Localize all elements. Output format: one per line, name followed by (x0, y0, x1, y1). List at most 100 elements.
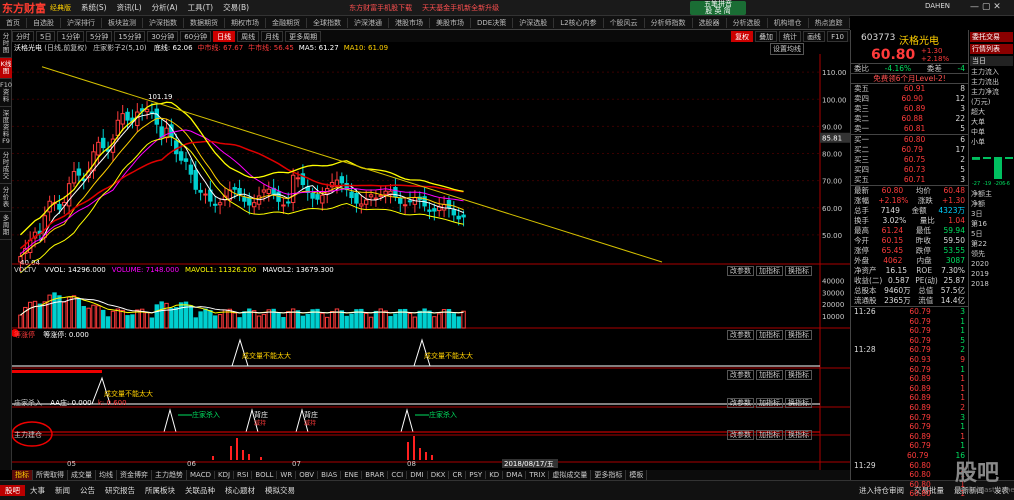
indicator-tab-12[interactable]: BIAS (318, 471, 342, 479)
tab-13[interactable]: 沪深选股 (513, 17, 555, 28)
indicator-tab-3[interactable]: 均线 (96, 470, 117, 480)
indicator-tab-15[interactable]: CCI (388, 471, 408, 479)
status-tab-0[interactable]: 股吧 (0, 485, 25, 496)
edit-params-button[interactable]: 改参数 (727, 398, 754, 408)
tab-14[interactable]: L2核心内参 (554, 17, 604, 28)
tab-0[interactable]: 首页 (0, 17, 27, 28)
indicator-tab-9[interactable]: BOLL (252, 471, 278, 479)
period-0[interactable]: 分时 (12, 30, 34, 42)
indicator-tab-18[interactable]: CR (449, 471, 467, 479)
switch-indicator-button[interactable]: 换指标 (785, 430, 812, 440)
tab-3[interactable]: 板块监测 (102, 17, 143, 28)
edit-params-button[interactable]: 改参数 (727, 330, 754, 340)
indicator-tab-17[interactable]: DKX (428, 471, 450, 479)
status-tab-7[interactable]: 核心题材 (220, 485, 260, 496)
status-tab-3[interactable]: 公告 (75, 485, 100, 496)
menu-analysis[interactable]: 分析(A) (152, 2, 178, 13)
period-3[interactable]: 5分钟 (85, 30, 113, 42)
status-tab-5[interactable]: 所属板块 (140, 485, 180, 496)
period-2[interactable]: 1分钟 (57, 30, 84, 42)
tab-15[interactable]: 个股风云 (604, 17, 645, 28)
indicator-tab-14[interactable]: BRAR (362, 471, 389, 479)
tab-10[interactable]: 港股市场 (389, 17, 430, 28)
indicator-tab-16[interactable]: DMI (407, 471, 428, 479)
period-6[interactable]: 60分钟 (180, 30, 212, 42)
indicator-tab-4[interactable]: 资金博弈 (117, 470, 152, 480)
tab-9[interactable]: 沪深港通 (348, 17, 389, 28)
indicator-tab-24[interactable]: 更多指标 (591, 470, 627, 480)
indicator-tab-7[interactable]: KDJ (215, 471, 235, 479)
edit-params-button[interactable]: 改参数 (727, 266, 754, 276)
status-tab-8[interactable]: 模拟交易 (260, 485, 300, 496)
indicator-tab-2[interactable]: 成交量 (68, 470, 96, 480)
promo-link-1[interactable]: 东方财富手机股下载 (349, 3, 412, 13)
add-indicator-button[interactable]: 加指标 (756, 330, 783, 340)
tab-12[interactable]: DDE决策 (471, 17, 514, 28)
tab-20[interactable]: 机构增仓 (768, 17, 809, 28)
indicator-tab-23[interactable]: 虚拟成交量 (549, 470, 592, 480)
window-controls[interactable]: — ▢ ✕ (970, 2, 1001, 12)
indicator-tab-22[interactable]: TRIX (526, 471, 550, 479)
book-price[interactable]: 60.89 (904, 104, 925, 114)
period-5[interactable]: 30分钟 (147, 30, 179, 42)
sidebar-item-multiperiod[interactable]: 多周期 (0, 212, 12, 240)
sidebar-item-pricetable[interactable]: 分价表 (0, 184, 12, 212)
switch-indicator-button[interactable]: 换指标 (785, 266, 812, 276)
edit-params-button[interactable]: 改参数 (727, 370, 754, 380)
indicator-tab-10[interactable]: WR (277, 471, 297, 479)
indicator-tab-25[interactable]: 模板 (626, 470, 648, 480)
user-name[interactable]: DAHEN (925, 2, 950, 10)
chart-tool-4[interactable]: F10 (827, 30, 848, 42)
book-price[interactable]: 60.73 (904, 165, 925, 175)
tab-5[interactable]: 数据期货 (184, 17, 225, 28)
menu-trade[interactable]: 交易(B) (223, 2, 249, 13)
book-price[interactable]: 60.71 (904, 175, 925, 185)
add-indicator-button[interactable]: 加指标 (756, 370, 783, 380)
switch-indicator-button[interactable]: 换指标 (785, 370, 812, 380)
switch-indicator-button[interactable]: 换指标 (785, 398, 812, 408)
chart-tool-3[interactable]: 画线 (803, 30, 826, 42)
tab-6[interactable]: 期权市场 (225, 17, 266, 28)
add-indicator-button[interactable]: 加指标 (756, 266, 783, 276)
tab-7[interactable]: 金融期货 (266, 17, 307, 28)
menu-news[interactable]: 资讯(L) (117, 2, 142, 13)
input-method-indicator[interactable]: 五笔拼音 股 英 简 (690, 1, 746, 15)
tab-2[interactable]: 沪深排行 (61, 17, 102, 28)
status-tab-2[interactable]: 新闻 (50, 485, 75, 496)
book-price[interactable]: 60.81 (904, 124, 925, 134)
period-10[interactable]: 更多周期 (285, 30, 322, 42)
switch-indicator-button[interactable]: 换指标 (785, 330, 812, 340)
edit-params-button[interactable]: 改参数 (727, 430, 754, 440)
menu-tools[interactable]: 工具(T) (188, 2, 213, 13)
period-4[interactable]: 15分钟 (114, 30, 146, 42)
quote-list-button[interactable]: 行情列表 (970, 44, 1013, 54)
level2-promo[interactable]: 免费领6个月Level-2! (851, 74, 968, 84)
sidebar-item-f10[interactable]: F10资料 (0, 79, 12, 107)
period-8[interactable]: 周线 (237, 30, 260, 42)
indicator-tab-19[interactable]: PSY (466, 471, 487, 479)
promo-link-2[interactable]: 天天基金手机新全新升级 (422, 3, 499, 13)
status-tab-1[interactable]: 大事 (25, 485, 50, 496)
chart-tool-0[interactable]: 复权 (731, 30, 754, 42)
indicator-tab-11[interactable]: OBV (296, 471, 319, 479)
status-tab-4[interactable]: 研究报告 (100, 485, 140, 496)
book-price[interactable]: 60.80 (904, 135, 925, 145)
indicator-tab-6[interactable]: MACD (187, 471, 215, 479)
indicator-tab-8[interactable]: RSI (234, 471, 253, 479)
book-price[interactable]: 60.90 (901, 94, 922, 104)
book-price[interactable]: 60.79 (901, 145, 922, 155)
order-trade-button[interactable]: 委托交易 (970, 32, 1013, 42)
menu-system[interactable]: 系统(S) (81, 2, 107, 13)
chart-tool-1[interactable]: 叠加 (755, 30, 778, 42)
tick-list[interactable]: 11:26 60.79 3 60.79 1 60.79 1 60.79 5 11:28 60.79 2… (851, 307, 968, 499)
status-tab-6[interactable]: 关联品种 (180, 485, 220, 496)
book-price[interactable]: 60.91 (904, 84, 925, 94)
book-price[interactable]: 60.75 (904, 155, 925, 165)
tab-19[interactable]: 分析选股 (727, 17, 768, 28)
indicator-tab-21[interactable]: DMA (503, 471, 527, 479)
indicator-tab-13[interactable]: ENE (341, 471, 363, 479)
add-indicator-button[interactable]: 加指标 (756, 398, 783, 408)
indicator-tab-1[interactable]: 所需取得 (33, 470, 68, 480)
book-price[interactable]: 60.88 (901, 114, 922, 124)
period-1[interactable]: 5日 (36, 30, 56, 42)
